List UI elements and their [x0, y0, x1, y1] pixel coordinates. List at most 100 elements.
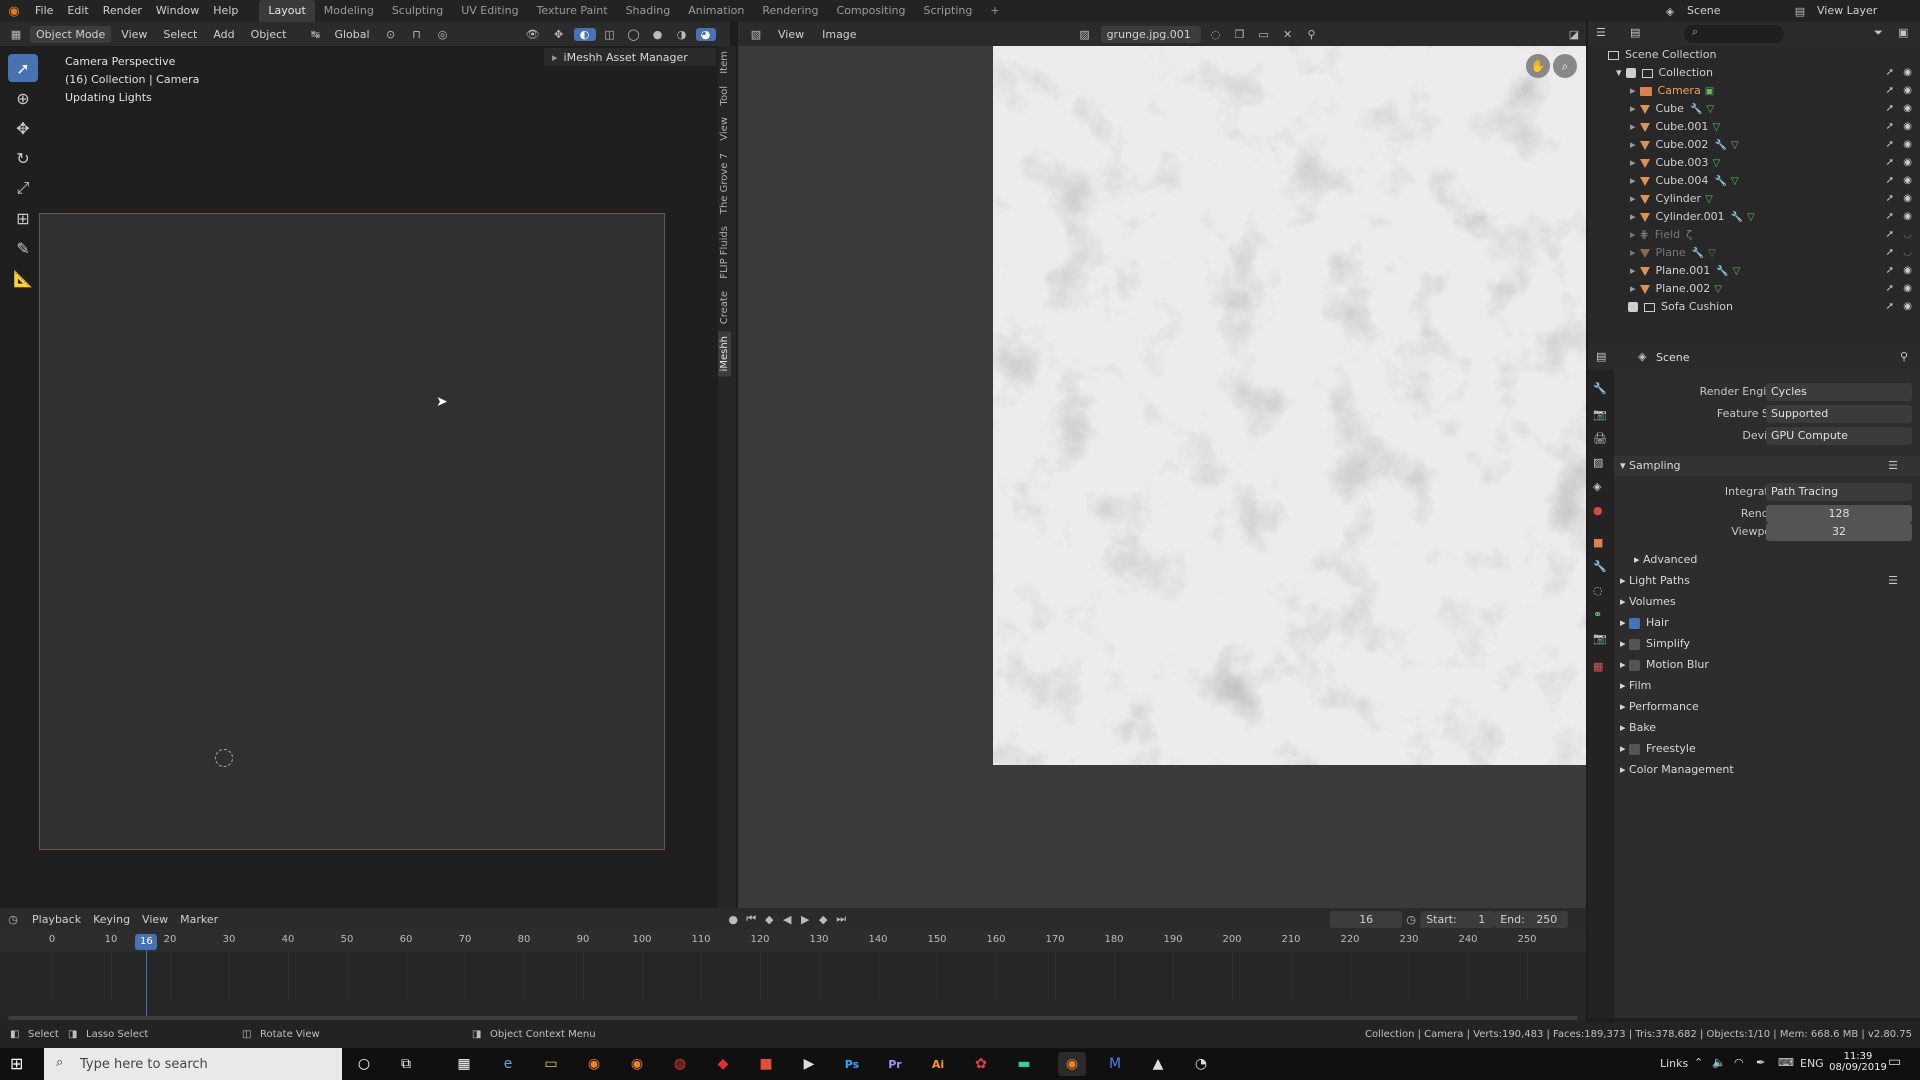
- outliner-row-plane-002[interactable]: ▸ Plane.002 ▽ ➚ ◉: [1588, 280, 1920, 298]
- tab-tool[interactable]: Tool: [718, 81, 731, 110]
- scene-collection-row[interactable]: Scene Collection: [1588, 46, 1920, 64]
- clock[interactable]: 11:39 08/09/2019: [1828, 1051, 1888, 1073]
- panel-motion-blur[interactable]: ▸ Motion Blur: [1614, 655, 1920, 675]
- menu-marker[interactable]: Marker: [174, 911, 224, 928]
- app-icon[interactable]: ◆: [709, 1052, 737, 1076]
- outliner-row-cube[interactable]: ▸ Cube 🔧 ▽ ➚ ◉: [1588, 100, 1920, 118]
- rendered-shading-icon[interactable]: ◕: [695, 27, 716, 41]
- end-frame-field[interactable]: End: 250: [1494, 910, 1569, 928]
- file-explorer-icon[interactable]: ▭: [537, 1052, 565, 1076]
- tab-item[interactable]: Item: [718, 46, 731, 79]
- asset-manager-panel[interactable]: ▸ iMeshh Asset Manager: [544, 48, 716, 66]
- expand-icon[interactable]: ▸: [1630, 282, 1636, 295]
- playhead[interactable]: [146, 950, 148, 1016]
- eye-icon[interactable]: ◉: [1903, 208, 1912, 226]
- select-toggle-icon[interactable]: ➚: [1886, 280, 1894, 298]
- new-image-icon[interactable]: ❐: [1231, 28, 1249, 41]
- play-icon[interactable]: ▶: [796, 913, 814, 926]
- jump-start-icon[interactable]: ⏮: [742, 912, 760, 926]
- keyboard-icon[interactable]: ⌨: [1778, 1056, 1794, 1069]
- tab-flip-fluids[interactable]: FLIP Fluids: [718, 221, 731, 284]
- display-channels-icon[interactable]: ◪: [1562, 28, 1586, 41]
- output-props-icon[interactable]: 🖨: [1593, 432, 1607, 445]
- view-layer-props-icon[interactable]: ▨: [1593, 456, 1603, 469]
- sampling-panel-header[interactable]: ▾ Sampling ☰: [1614, 456, 1920, 476]
- editor-type-icon[interactable]: ◷: [0, 913, 26, 926]
- scene-props-tab-icon[interactable]: ◈: [1593, 480, 1601, 493]
- preview-range-icon[interactable]: ◷: [1402, 913, 1420, 926]
- filter-icon[interactable]: ⏷: [1874, 26, 1883, 40]
- eye-icon[interactable]: ◉: [1903, 100, 1912, 118]
- eye-icon[interactable]: ◉: [1903, 136, 1912, 154]
- outliner-row-sofa-cushion[interactable]: Sofa Cushion ➚ ◉: [1588, 298, 1920, 316]
- expand-icon[interactable]: ▸: [1630, 210, 1636, 223]
- menu-select[interactable]: Select: [157, 26, 203, 43]
- menu-view[interactable]: View: [115, 26, 153, 43]
- eye-icon[interactable]: ◉: [1903, 172, 1912, 190]
- select-toggle-icon[interactable]: ➚: [1886, 118, 1894, 136]
- image-name-field[interactable]: grunge.jpg.001: [1100, 25, 1201, 43]
- rotate-tool-icon[interactable]: ↻: [8, 144, 38, 172]
- close-icon[interactable]: ✕: [1279, 28, 1297, 41]
- image-browse-icon[interactable]: ▨: [1075, 28, 1095, 41]
- illustrator-icon[interactable]: Ai: [924, 1052, 952, 1076]
- select-box-tool-icon[interactable]: ➚: [8, 54, 38, 82]
- new-collection-icon[interactable]: ▣: [1898, 26, 1908, 39]
- expand-icon[interactable]: ▸: [1630, 174, 1636, 187]
- outliner-row-cube-001[interactable]: ▸ Cube.001 ▽ ➚ ◉: [1588, 118, 1920, 136]
- annotate-tool-icon[interactable]: ✎: [8, 234, 38, 262]
- next-keyframe-icon[interactable]: ◆: [814, 913, 832, 926]
- panel-bake[interactable]: ▸ Bake: [1614, 718, 1920, 738]
- pin-icon[interactable]: ⚲: [1900, 350, 1908, 363]
- outliner-row-collection[interactable]: ▾ Collection ➚ ◉: [1588, 64, 1920, 82]
- select-toggle-icon[interactable]: ➚: [1886, 208, 1894, 226]
- record-icon[interactable]: ●: [724, 913, 742, 926]
- eye-icon[interactable]: ◉: [1903, 64, 1912, 82]
- app-icon[interactable]: ▬: [1010, 1052, 1038, 1076]
- cursor-tool-icon[interactable]: ⊕: [8, 84, 38, 112]
- eye-icon[interactable]: ◉: [1903, 298, 1912, 316]
- tray-expand-icon[interactable]: ⌃: [1694, 1056, 1703, 1069]
- select-toggle-icon[interactable]: ➚: [1886, 262, 1894, 280]
- texture-props-icon[interactable]: ▦: [1593, 660, 1603, 673]
- scene-icon[interactable]: ◈: [1660, 5, 1680, 18]
- eye-icon[interactable]: ◉: [1903, 82, 1912, 100]
- calculator-icon[interactable]: ▦: [450, 1052, 478, 1076]
- open-image-icon[interactable]: ▭: [1255, 28, 1273, 41]
- panel-simplify[interactable]: ▸ Simplify: [1614, 634, 1920, 654]
- menu-view[interactable]: View: [772, 26, 810, 43]
- edge-icon[interactable]: e: [494, 1052, 522, 1076]
- render-engine-dropdown[interactable]: Cycles: [1766, 383, 1912, 401]
- tab-create[interactable]: Create: [718, 286, 731, 329]
- presets-icon[interactable]: ☰: [1888, 456, 1898, 476]
- menu-render[interactable]: Render: [96, 0, 149, 22]
- render-props-icon[interactable]: 📷: [1593, 408, 1607, 421]
- 3d-cursor-icon[interactable]: [215, 749, 233, 767]
- menu-playback[interactable]: Playback: [26, 911, 87, 928]
- tab-imeshh[interactable]: iMeshh: [718, 331, 731, 377]
- menu-keying[interactable]: Keying: [87, 911, 136, 928]
- eye-closed-icon[interactable]: ◡: [1903, 244, 1912, 262]
- app-icon[interactable]: ✿: [967, 1052, 995, 1076]
- tab-animation[interactable]: Animation: [679, 0, 753, 22]
- select-toggle-icon[interactable]: ➚: [1886, 190, 1894, 208]
- menu-image[interactable]: Image: [816, 26, 862, 43]
- transform-tool-icon[interactable]: ⊞: [8, 204, 38, 232]
- object-props-icon[interactable]: ■: [1593, 536, 1603, 549]
- measure-tool-icon[interactable]: 📐: [8, 264, 38, 292]
- outliner-row-cube-003[interactable]: ▸ Cube.003 ▽ ➚ ◉: [1588, 154, 1920, 172]
- tab-scripting[interactable]: Scripting: [914, 0, 981, 22]
- tab-sculpting[interactable]: Sculpting: [383, 0, 452, 22]
- panel-volumes[interactable]: ▸ Volumes: [1614, 592, 1920, 612]
- expand-icon[interactable]: ▸: [1630, 138, 1636, 151]
- app-icon[interactable]: ■: [752, 1052, 780, 1076]
- checkbox-icon[interactable]: [1628, 302, 1638, 312]
- eye-closed-icon[interactable]: ◡: [1903, 226, 1912, 244]
- menu-object[interactable]: Object: [245, 26, 293, 43]
- tool-props-icon[interactable]: 🔧: [1593, 382, 1607, 395]
- material-shading-icon[interactable]: ◑: [672, 28, 692, 41]
- timeline-ruler[interactable]: 0 10 20 30 40 50 60 70 80 90 100 110 120 130 140 150 160…: [0, 930, 1586, 952]
- expand-icon[interactable]: ▸: [1630, 156, 1636, 169]
- eye-icon[interactable]: ◉: [1903, 154, 1912, 172]
- editor-type-icon[interactable]: ☰: [1596, 26, 1606, 39]
